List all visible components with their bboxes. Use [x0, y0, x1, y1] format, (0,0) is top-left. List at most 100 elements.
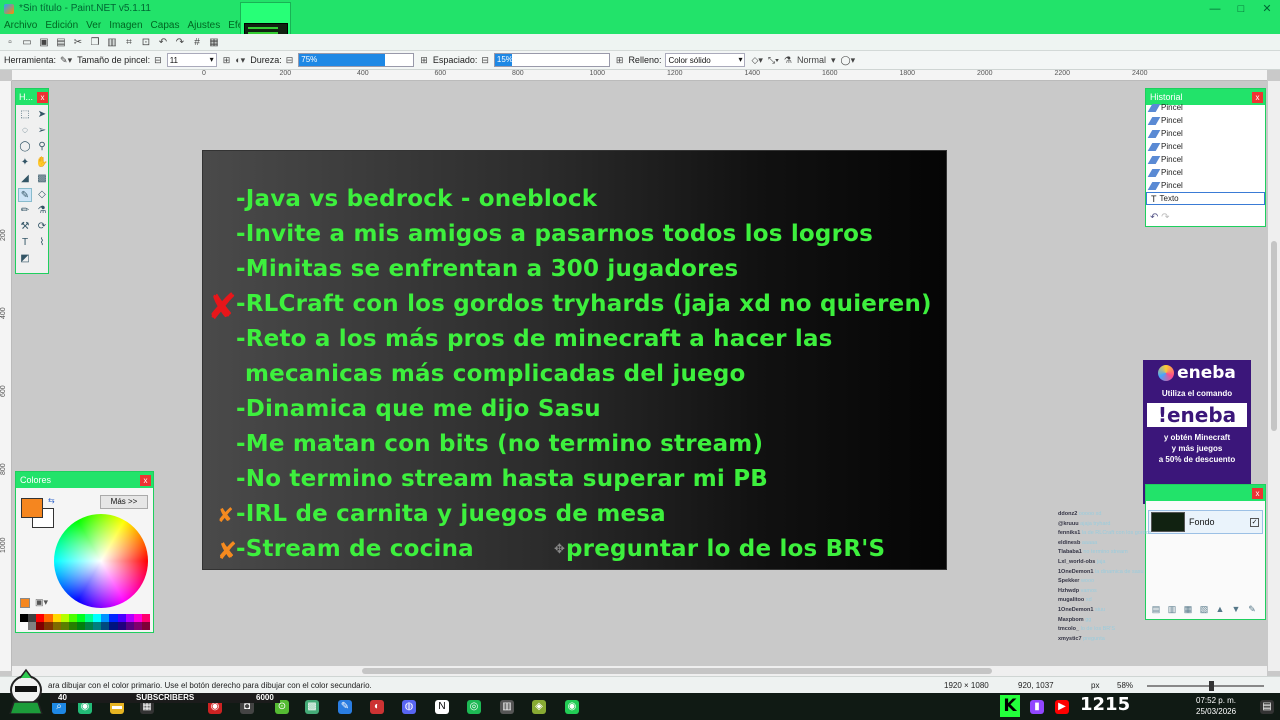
- notion-icon[interactable]: N: [435, 700, 449, 714]
- scroll-thumb[interactable]: [362, 668, 992, 674]
- palette-swatch[interactable]: [133, 622, 142, 630]
- palette-swatch[interactable]: [141, 614, 150, 622]
- tools-window-header[interactable]: H... x: [16, 89, 48, 105]
- menu-ajustes[interactable]: Ajustes: [183, 20, 224, 31]
- image-canvas[interactable]: -Java vs bedrock - oneblock -Invite a mi…: [202, 150, 947, 570]
- redo-icon[interactable]: ↷: [174, 37, 186, 48]
- minecraft-icon[interactable]: ▩: [305, 700, 319, 714]
- menu-ver[interactable]: Ver: [82, 20, 105, 31]
- youtube-icon[interactable]: ▶: [1055, 700, 1069, 714]
- open-file-icon[interactable]: ▭: [21, 37, 33, 48]
- hardness-slider[interactable]: 75%: [298, 53, 415, 67]
- notifications-icon[interactable]: ▤: [1260, 700, 1274, 714]
- menu-capas[interactable]: Capas: [147, 20, 184, 31]
- palette-swatch[interactable]: [101, 614, 110, 622]
- palette-swatch[interactable]: [52, 614, 61, 622]
- deselect-icon[interactable]: ⊡: [140, 37, 152, 48]
- spacing-slider[interactable]: 15%: [493, 53, 610, 67]
- palette-swatch[interactable]: [109, 614, 118, 622]
- history-item[interactable]: Pincel: [1146, 114, 1265, 127]
- paintnet-taskbar-icon[interactable]: ✎: [338, 700, 352, 714]
- palette-swatch[interactable]: [85, 622, 94, 630]
- antialiasing-icon[interactable]: ◇▾: [751, 55, 762, 66]
- palette-swatch[interactable]: [68, 614, 77, 622]
- maximize-button[interactable]: □: [1228, 0, 1254, 17]
- line-curve-icon[interactable]: ⌇: [35, 236, 49, 250]
- chevron-down-icon[interactable]: ▾: [831, 55, 836, 66]
- spotify-icon[interactable]: ◎: [467, 700, 481, 714]
- redo-icon[interactable]: ↷: [1161, 212, 1169, 223]
- magic-wand-icon[interactable]: ✦: [18, 156, 32, 170]
- palette-swatch[interactable]: [93, 622, 102, 630]
- decrease-size-icon[interactable]: ⊟: [154, 55, 162, 66]
- palette-swatch[interactable]: [28, 614, 37, 622]
- palette-swatch[interactable]: [36, 614, 45, 622]
- paint-bucket-icon[interactable]: ◢: [18, 172, 32, 186]
- history-item[interactable]: Pincel: [1146, 179, 1265, 192]
- system-clock[interactable]: 07:52 p. m. 25/03/2026: [1196, 695, 1236, 717]
- eraser-icon[interactable]: ◇: [35, 188, 49, 202]
- save-icon[interactable]: ▣: [38, 37, 50, 48]
- palette-swatch[interactable]: [68, 622, 77, 630]
- history-item[interactable]: Pincel: [1146, 166, 1265, 179]
- more-colors-button[interactable]: Más >>: [100, 495, 148, 509]
- palette-swatch[interactable]: [85, 614, 94, 622]
- palette-swatch[interactable]: [44, 614, 53, 622]
- move-selection-icon[interactable]: ➢: [35, 124, 49, 138]
- menu-archivo[interactable]: Archivo: [0, 20, 41, 31]
- cut-icon[interactable]: ✂: [72, 37, 84, 48]
- palette-swatch[interactable]: [125, 614, 134, 622]
- undo-icon[interactable]: ↶: [157, 37, 169, 48]
- ruler-icon[interactable]: ▦: [208, 37, 220, 48]
- paintbrush-icon[interactable]: ✎: [18, 188, 32, 202]
- scroll-thumb[interactable]: [1271, 241, 1277, 431]
- palette-swatch[interactable]: [117, 622, 126, 630]
- move-selected-icon[interactable]: ➤: [35, 108, 49, 122]
- close-button[interactable]: ✕: [1254, 0, 1280, 17]
- grid-icon[interactable]: #: [191, 37, 203, 48]
- brush-tool-icon[interactable]: ✎▾: [60, 55, 72, 66]
- swap-colors-icon[interactable]: ⇆: [48, 496, 55, 505]
- palette-menu-icon[interactable]: ▣▾: [35, 597, 48, 608]
- reset-colors-icon[interactable]: [20, 598, 30, 608]
- gradient-icon[interactable]: ▩: [35, 172, 49, 186]
- increase-hardness-icon[interactable]: ⊞: [420, 55, 428, 66]
- zoom-level[interactable]: 58%: [1117, 681, 1133, 690]
- copy-icon[interactable]: ❐: [89, 37, 101, 48]
- palette-swatch[interactable]: [36, 622, 45, 630]
- history-item[interactable]: Pincel: [1146, 127, 1265, 140]
- recolor-icon[interactable]: ⟳: [35, 220, 49, 234]
- zoom-icon[interactable]: ⚲: [35, 140, 49, 154]
- pencil-icon[interactable]: ✏: [18, 204, 32, 218]
- selection-mode-icon[interactable]: ◯▾: [841, 55, 856, 66]
- history-item[interactable]: Pincel: [1146, 101, 1265, 114]
- rectangle-select-icon[interactable]: ⬚: [18, 108, 32, 122]
- brush-size-input[interactable]: 11 ▾: [166, 53, 217, 67]
- fill-select[interactable]: Color sólido ▾: [665, 53, 746, 67]
- palette-swatch[interactable]: [133, 614, 142, 622]
- palette-swatch[interactable]: [76, 622, 85, 630]
- crop-icon[interactable]: ⌗: [123, 37, 135, 48]
- increase-spacing-icon[interactable]: ⊞: [616, 55, 624, 66]
- history-item[interactable]: Pincel: [1146, 140, 1265, 153]
- new-file-icon[interactable]: ▫: [4, 37, 16, 48]
- app-icon-2[interactable]: ◈: [532, 700, 546, 714]
- ellipse-select-icon[interactable]: ◯: [18, 140, 32, 154]
- close-icon[interactable]: x: [140, 474, 151, 486]
- alpha-blend-icon[interactable]: ⤡▾: [768, 55, 779, 66]
- palette-swatch[interactable]: [101, 622, 110, 630]
- close-icon[interactable]: x: [37, 91, 48, 103]
- zoom-slider[interactable]: [1147, 681, 1264, 691]
- close-icon[interactable]: x: [1252, 91, 1263, 103]
- palette-swatch[interactable]: [20, 622, 29, 630]
- menu-edicion[interactable]: Edición: [41, 20, 82, 31]
- color-wheel[interactable]: [54, 514, 148, 608]
- units-select[interactable]: px: [1091, 681, 1099, 690]
- blend-mode-value[interactable]: Normal: [797, 55, 826, 65]
- palette-swatch[interactable]: [28, 622, 37, 630]
- color-picker-icon[interactable]: ⚗: [35, 204, 49, 218]
- history-item-selected[interactable]: T Texto: [1146, 192, 1265, 205]
- layers-window-header[interactable]: x: [1146, 485, 1265, 501]
- palette-swatch[interactable]: [20, 614, 29, 622]
- text-icon[interactable]: T: [18, 236, 32, 250]
